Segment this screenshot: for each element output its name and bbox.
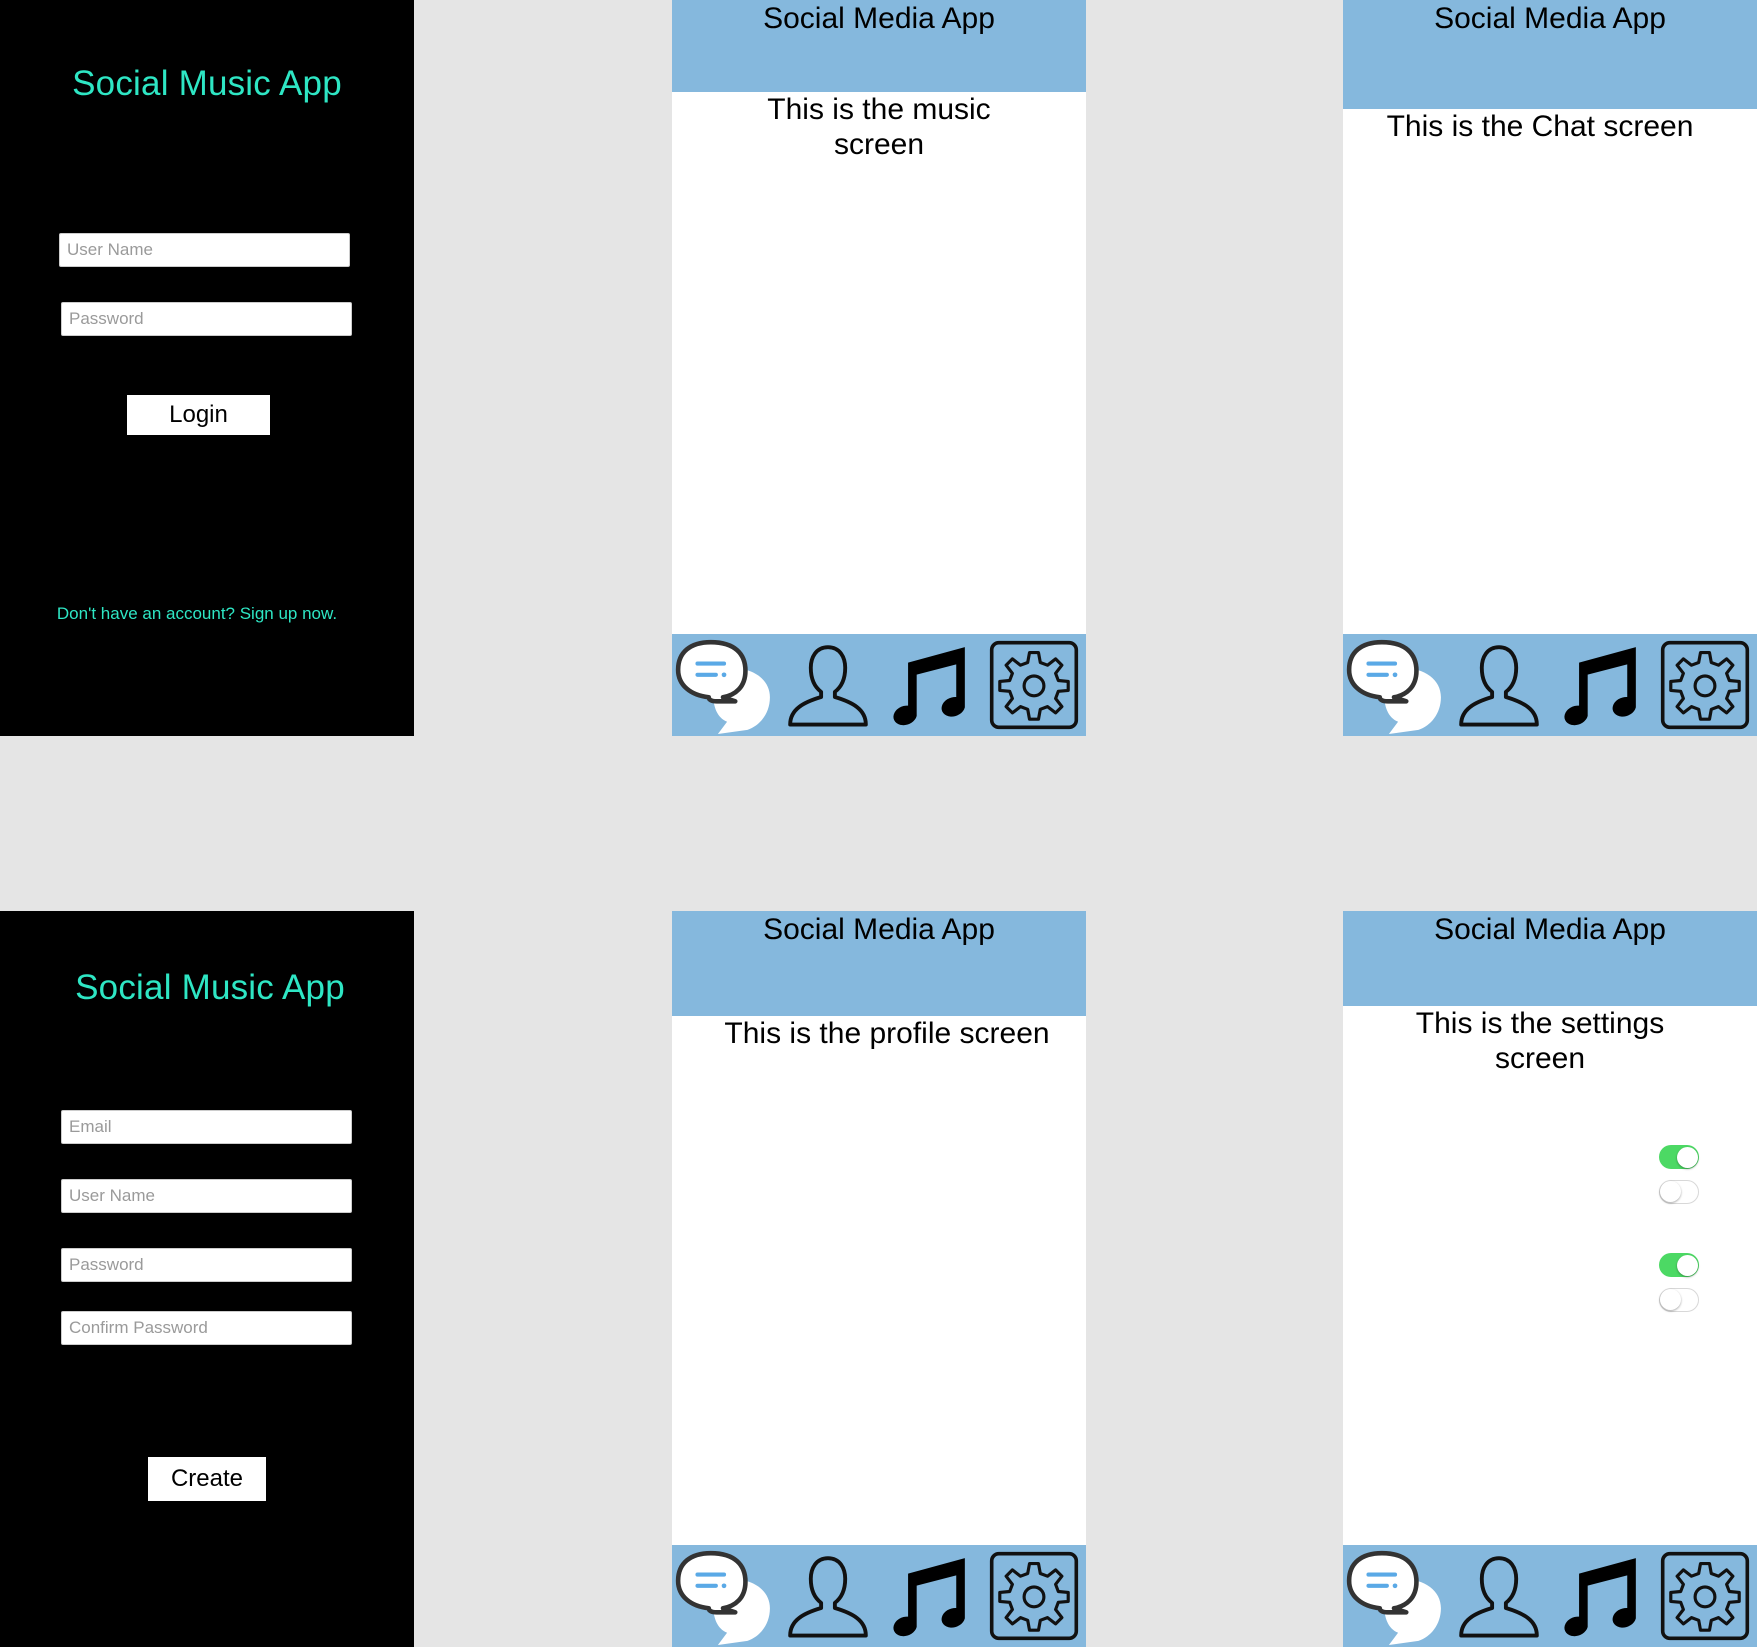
music-note-icon <box>884 1551 970 1641</box>
screen-message: This is the settings screen <box>1415 1007 1665 1075</box>
email-field[interactable]: Email <box>61 1110 352 1144</box>
login-button[interactable]: Login <box>127 395 270 435</box>
nav-profile[interactable] <box>1456 1551 1542 1647</box>
app-title: Social Music App <box>75 968 345 1007</box>
password-field[interactable]: Password <box>61 302 352 336</box>
app-header: Social Media App <box>1343 0 1757 109</box>
nav-chat[interactable] <box>672 634 774 736</box>
profile-icon <box>785 1551 871 1641</box>
app-header: Social Media App <box>672 911 1086 1016</box>
toggle-knob <box>1660 1289 1681 1310</box>
toggle-knob <box>1677 1146 1698 1168</box>
nav-music[interactable] <box>884 640 970 736</box>
chat-icon <box>1343 1545 1445 1647</box>
header-title: Social Media App <box>763 2 995 35</box>
chat-icon <box>672 1545 774 1647</box>
screen-message: This is the music screen <box>767 93 991 161</box>
login-screen: Social Music App User Name Password Logi… <box>0 0 414 736</box>
signup-link[interactable]: Don't have an account? Sign up now. <box>0 604 404 624</box>
username-field[interactable]: User Name <box>61 1179 352 1213</box>
settings-toggle-4[interactable] <box>1659 1288 1699 1312</box>
profile-icon <box>785 640 871 730</box>
nav-chat[interactable] <box>672 1545 774 1647</box>
bottom-nav <box>1343 1545 1757 1647</box>
nav-profile[interactable] <box>785 1551 871 1647</box>
profile-screen: Social Media App This is the profile scr… <box>672 911 1086 1647</box>
nav-settings[interactable] <box>1660 640 1752 736</box>
gear-icon <box>1660 640 1750 730</box>
nav-settings[interactable] <box>989 640 1081 736</box>
nav-settings[interactable] <box>1660 1551 1752 1647</box>
nav-music[interactable] <box>1555 640 1641 736</box>
nav-chat[interactable] <box>1343 634 1445 736</box>
app-title: Social Music App <box>72 64 342 103</box>
nav-chat[interactable] <box>1343 1545 1445 1647</box>
nav-settings[interactable] <box>989 1551 1081 1647</box>
settings-toggle-2[interactable] <box>1659 1180 1699 1204</box>
settings-toggle-3[interactable] <box>1659 1253 1699 1277</box>
bottom-nav <box>1343 634 1757 736</box>
bottom-nav <box>672 1545 1086 1647</box>
screen-message: This is the Chat screen <box>1386 110 1694 143</box>
create-button[interactable]: Create <box>148 1457 266 1501</box>
chat-icon <box>672 634 774 736</box>
nav-music[interactable] <box>1555 1551 1641 1647</box>
signup-screen: Social Music App Email User Name Passwor… <box>0 911 414 1647</box>
gear-icon <box>989 1551 1079 1641</box>
chat-icon <box>1343 634 1445 736</box>
toggle-knob <box>1677 1254 1698 1276</box>
gear-icon <box>1660 1551 1750 1641</box>
screen-message: This is the profile screen <box>724 1017 1050 1050</box>
profile-icon <box>1456 640 1542 730</box>
toggle-knob <box>1660 1181 1681 1202</box>
header-title: Social Media App <box>763 913 995 946</box>
gear-icon <box>989 640 1079 730</box>
header-title: Social Media App <box>1434 2 1666 35</box>
chat-screen: Social Media App This is the Chat screen <box>1343 0 1757 736</box>
password-field[interactable]: Password <box>61 1248 352 1282</box>
music-note-icon <box>1555 1551 1641 1641</box>
app-header: Social Media App <box>672 0 1086 92</box>
nav-profile[interactable] <box>1456 640 1542 736</box>
profile-icon <box>1456 1551 1542 1641</box>
settings-toggle-1[interactable] <box>1659 1145 1699 1169</box>
music-screen: Social Media App This is the music scree… <box>672 0 1086 736</box>
settings-screen: Social Media App This is the settings sc… <box>1343 911 1757 1647</box>
nav-profile[interactable] <box>785 640 871 736</box>
header-title: Social Media App <box>1434 913 1666 946</box>
nav-music[interactable] <box>884 1551 970 1647</box>
music-note-icon <box>1555 640 1641 730</box>
username-field[interactable]: User Name <box>59 233 350 267</box>
music-note-icon <box>884 640 970 730</box>
app-header: Social Media App <box>1343 911 1757 1006</box>
bottom-nav <box>672 634 1086 736</box>
confirm-password-field[interactable]: Confirm Password <box>61 1311 352 1345</box>
